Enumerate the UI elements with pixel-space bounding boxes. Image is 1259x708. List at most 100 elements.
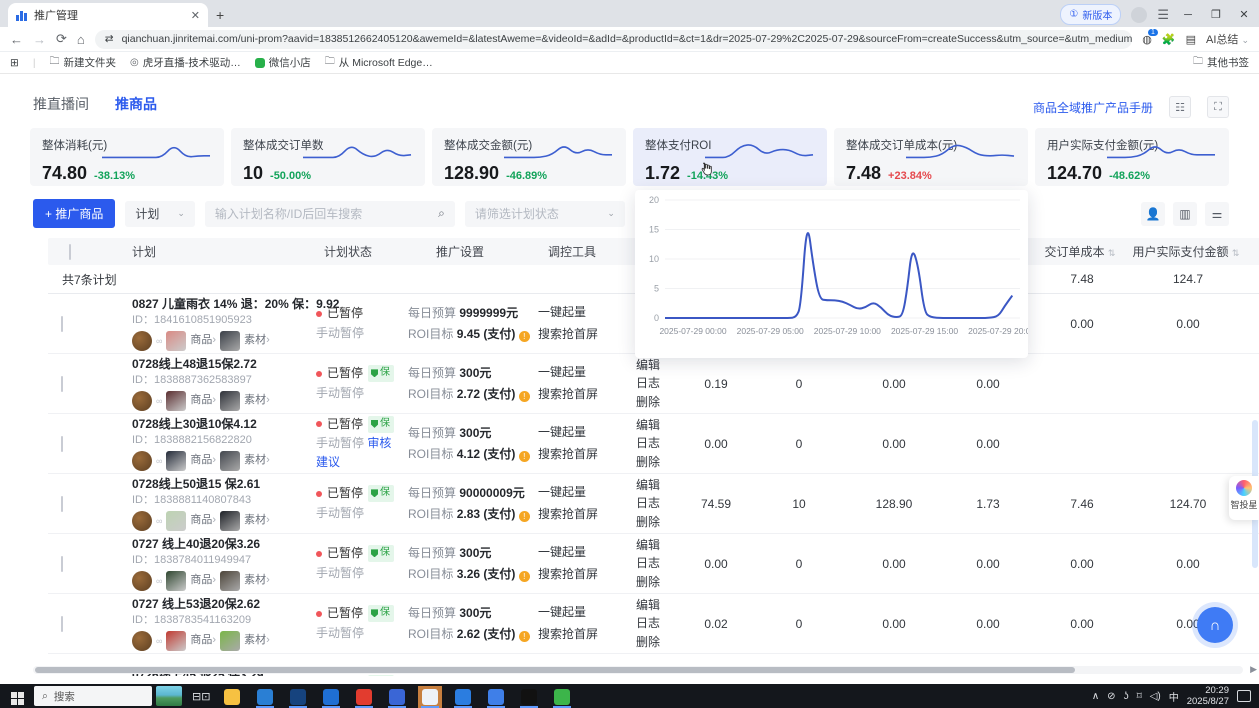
- new-version-button[interactable]: ① 新版本: [1060, 4, 1122, 25]
- plan-title[interactable]: 0728线上48退15保2.72: [132, 356, 302, 373]
- op-link[interactable]: 删除: [636, 513, 678, 532]
- row-checkbox[interactable]: [61, 555, 63, 572]
- taskbar-app-edge-browser[interactable]: [253, 686, 277, 708]
- start-button[interactable]: [0, 687, 34, 705]
- horizontal-scrollbar[interactable]: ▶: [33, 664, 1257, 674]
- browser-profile-avatar[interactable]: [1131, 6, 1148, 23]
- review-suggestion-link[interactable]: 审核建议: [316, 436, 391, 469]
- tool-link[interactable]: 一键起量: [538, 422, 622, 444]
- metric-card-3[interactable]: 整体支付ROI 1.72 -14.43%: [633, 128, 827, 186]
- row-checkbox[interactable]: [61, 615, 63, 632]
- product-link[interactable]: 商品›: [190, 513, 216, 529]
- plan-search-input[interactable]: [214, 206, 439, 221]
- tab-close-icon[interactable]: ✕: [191, 9, 200, 22]
- touchpad-off-icon[interactable]: ⊘: [1107, 691, 1115, 702]
- row-checkbox[interactable]: [61, 315, 63, 332]
- taskbar-app-microsoft-store[interactable]: [286, 686, 310, 708]
- tool-link[interactable]: 搜索抢首屏: [538, 384, 622, 406]
- tool-link[interactable]: 一键起量: [538, 602, 622, 624]
- extension-megaphone-icon[interactable]: ◍ 1: [1142, 28, 1158, 46]
- forward-button-icon[interactable]: →: [33, 32, 46, 47]
- metric-card-4[interactable]: 整体成交订单成本(元) 7.48 +23.84%: [834, 128, 1028, 186]
- plan-title[interactable]: 0728线上50退15 保2.61: [132, 476, 302, 493]
- bookmark-item[interactable]: 🗀 新建文件夹: [50, 54, 117, 71]
- material-thumbnail[interactable]: [220, 331, 241, 352]
- op-link[interactable]: 删除: [636, 393, 678, 412]
- ai-summary-button[interactable]: AI总结 ⌄: [1206, 31, 1249, 47]
- taskbar-clock[interactable]: 20:29 2025/8/27: [1187, 685, 1229, 708]
- tool-link[interactable]: 搜索抢首屏: [538, 504, 622, 526]
- op-link[interactable]: 删除: [636, 633, 678, 652]
- product-link[interactable]: 商品›: [190, 633, 216, 649]
- op-link[interactable]: 编辑: [636, 356, 678, 375]
- side-panel-icon[interactable]: ▤: [1186, 33, 1196, 46]
- shop-avatar[interactable]: [132, 331, 152, 352]
- metric-card-5[interactable]: 用户实际支付金额(元) 124.70 -48.62%: [1035, 128, 1229, 186]
- op-link[interactable]: 删除: [636, 453, 678, 472]
- row-checkbox[interactable]: [61, 495, 63, 512]
- bookmark-item[interactable]: 🗀 从 Microsoft Edge…: [325, 54, 433, 71]
- tool-link[interactable]: 一键起量: [538, 482, 622, 504]
- tool-link[interactable]: 搜索抢首屏: [538, 564, 622, 586]
- ime-language-indicator[interactable]: 中: [1169, 689, 1179, 704]
- bookmark-item[interactable]: ◎ 虎牙直播-技术驱动…: [130, 55, 241, 70]
- other-bookmarks-button[interactable]: 🗀 其他书签: [1193, 54, 1249, 71]
- shop-avatar[interactable]: [132, 511, 152, 532]
- op-link[interactable]: 日志: [636, 614, 678, 633]
- select-all-checkbox[interactable]: [68, 243, 71, 260]
- task-view-icon[interactable]: ⊟⊡: [192, 690, 210, 703]
- product-link[interactable]: 商品›: [190, 393, 216, 409]
- taskbar-app-wechat-store-app[interactable]: [550, 686, 574, 708]
- row-checkbox[interactable]: [61, 675, 63, 676]
- product-link[interactable]: 商品›: [190, 573, 216, 589]
- material-link[interactable]: 素材›: [244, 633, 270, 649]
- op-link[interactable]: 删除: [636, 573, 678, 592]
- op-link[interactable]: 编辑: [636, 476, 678, 495]
- header-order-cost[interactable]: 交订单成本 ⇅: [1032, 243, 1132, 260]
- metric-card-1[interactable]: 整体成交订单数 10 -50.00%: [231, 128, 425, 186]
- material-link[interactable]: 素材›: [244, 573, 270, 589]
- product-link[interactable]: 商品›: [190, 453, 216, 469]
- search-icon[interactable]: ⌕: [438, 206, 445, 221]
- op-link[interactable]: 日志: [636, 494, 678, 513]
- tool-link[interactable]: 搜索抢首屏: [538, 444, 622, 466]
- assistant-widget[interactable]: 智投星: [1229, 476, 1259, 520]
- metric-card-2[interactable]: 整体成交金额(元) 128.90 -46.89%: [432, 128, 626, 186]
- column-settings-icon[interactable]: ⚌: [1205, 201, 1229, 226]
- plan-title[interactable]: 0727 线上40退20保3.26: [132, 536, 302, 553]
- window-minimize-button[interactable]: ─: [1179, 9, 1197, 21]
- taskbar-app-qianchuan-app[interactable]: [418, 686, 443, 708]
- new-tab-button[interactable]: +: [216, 7, 224, 23]
- reload-button-icon[interactable]: ⟳: [56, 31, 67, 47]
- window-close-button[interactable]: ✕: [1235, 8, 1253, 21]
- taskbar-app-blue-grid-app[interactable]: [484, 686, 508, 708]
- material-link[interactable]: 素材›: [244, 393, 270, 409]
- material-thumbnail[interactable]: [220, 391, 241, 412]
- promote-product-button[interactable]: + 推广商品: [33, 199, 116, 228]
- display-network-icon[interactable]: ⌑: [1137, 691, 1142, 702]
- taskbar-app-douyin[interactable]: [517, 686, 541, 708]
- product-link[interactable]: 商品›: [190, 333, 216, 349]
- taskbar-app-wps-office[interactable]: [352, 686, 376, 708]
- product-thumbnail[interactable]: [166, 571, 187, 592]
- tool-link[interactable]: 一键起量: [538, 302, 622, 324]
- plan-status-select[interactable]: 请筛选计划状态 ⌄: [464, 200, 625, 227]
- fullscreen-icon[interactable]: ⛶: [1207, 96, 1229, 118]
- op-link[interactable]: 编辑: [636, 596, 678, 615]
- tray-expand-icon[interactable]: ∧: [1092, 691, 1099, 702]
- product-thumbnail[interactable]: [166, 631, 187, 652]
- product-manual-link[interactable]: 商品全域推广产品手册: [1033, 99, 1153, 116]
- op-link[interactable]: 日志: [636, 434, 678, 453]
- taskbar-app-file-explorer[interactable]: [220, 686, 244, 708]
- plan-type-select[interactable]: 计划 ⌄: [125, 200, 195, 227]
- tool-link[interactable]: 一键起量: [538, 542, 622, 564]
- material-thumbnail[interactable]: [220, 451, 241, 472]
- plan-title[interactable]: 0827 儿童雨衣 14% 退：20% 保：9.92: [132, 296, 339, 313]
- metric-card-0[interactable]: 整体消耗(元) 74.80 -38.13%: [30, 128, 224, 186]
- material-link[interactable]: 素材›: [244, 453, 270, 469]
- material-thumbnail[interactable]: [220, 571, 241, 592]
- browser-menu-icon[interactable]: ☰: [1157, 7, 1169, 23]
- browser-tab[interactable]: 推广管理 ✕: [8, 3, 208, 27]
- shop-avatar[interactable]: [132, 571, 152, 592]
- notification-center-icon[interactable]: [1237, 690, 1251, 702]
